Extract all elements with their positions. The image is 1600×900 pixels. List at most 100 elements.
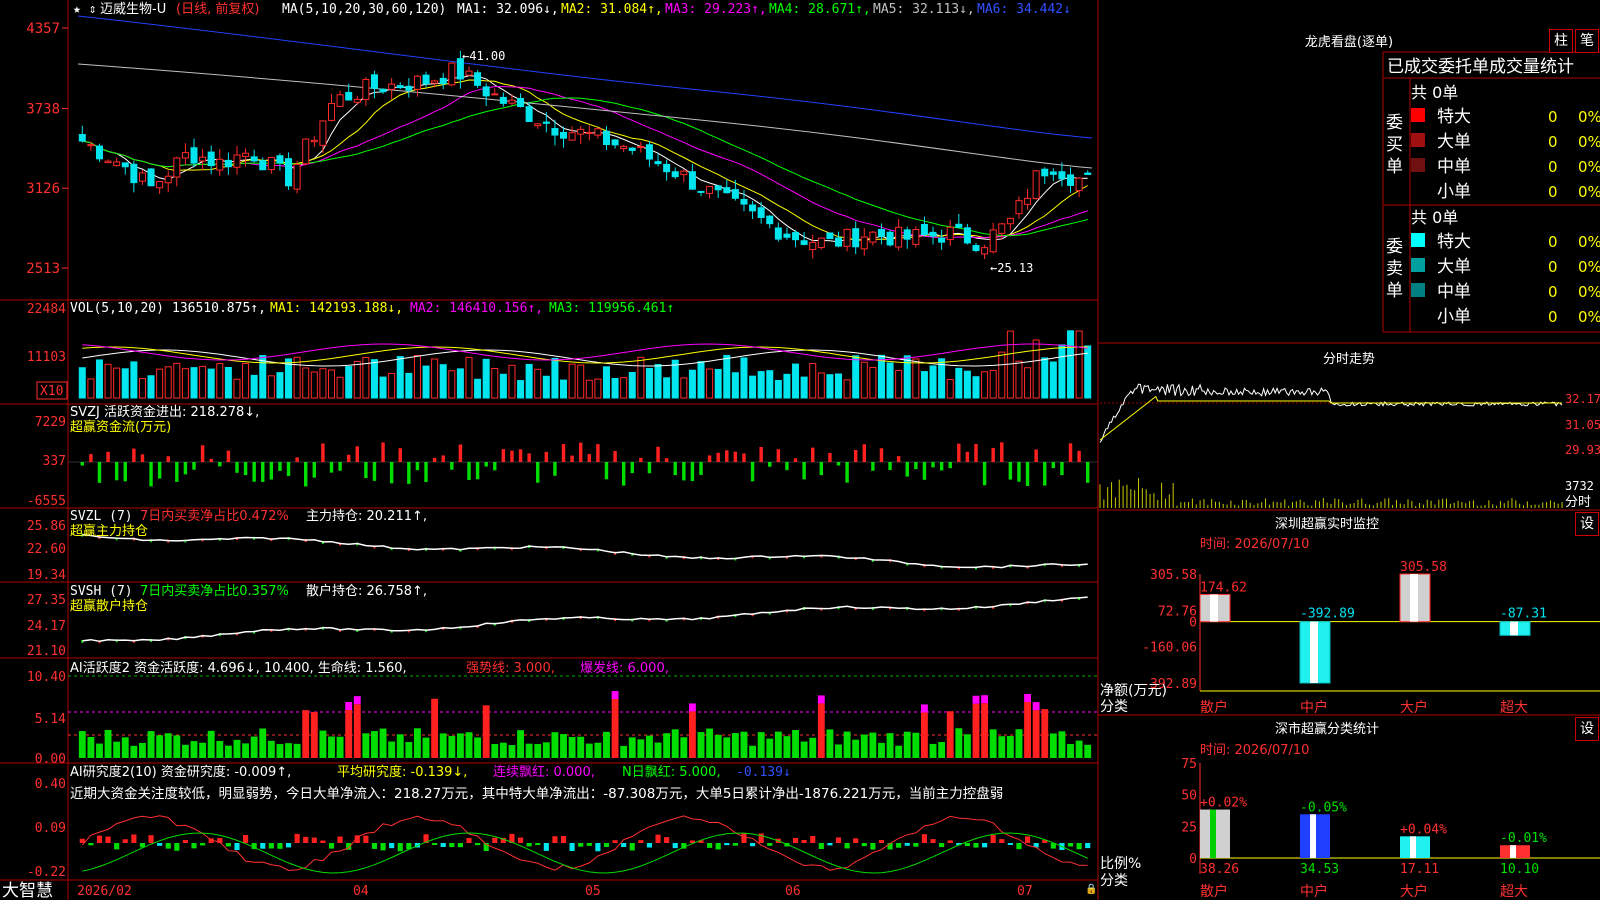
ai1-bar — [1067, 744, 1074, 758]
ma-def: MA(5,10,20,30,60,120) — [282, 2, 446, 17]
volume-bar — [534, 368, 542, 399]
ai2-bar — [174, 843, 180, 851]
svzj-bar — [896, 456, 901, 462]
ai1-bar — [156, 735, 164, 758]
candle-body — [482, 86, 490, 97]
ai2-bar — [285, 843, 292, 848]
volume-bar — [560, 379, 568, 399]
ai1-bar — [671, 729, 679, 758]
volume-bar — [379, 376, 387, 399]
volume-bar — [250, 374, 258, 399]
ai1-bar — [688, 711, 696, 758]
ai1-bar — [499, 742, 507, 758]
ai2-bar — [277, 843, 283, 849]
lhb-row-name: 大单 — [1437, 132, 1471, 152]
svzj-bar — [965, 451, 970, 462]
svzj-bar — [140, 454, 145, 462]
candle-body — [379, 88, 387, 93]
ma6-value: MA6: 34.442↓ — [977, 2, 1071, 17]
szm-axis-label: 305.58 — [1150, 568, 1197, 583]
candle-body — [78, 134, 86, 142]
candle-body — [465, 70, 473, 76]
volume-bar — [568, 363, 576, 399]
ai1-bar — [843, 731, 851, 758]
candle-body — [138, 172, 146, 182]
szc-bar-highlight — [1410, 836, 1416, 858]
lock-icon[interactable]: 🔒 — [1085, 883, 1097, 895]
low-annotation: ←25.13 — [990, 261, 1033, 275]
volume-bar — [1032, 339, 1040, 399]
candle-body — [302, 138, 310, 165]
candle-body — [207, 151, 215, 167]
volume-bar — [1041, 357, 1049, 399]
ai-research-panel[interactable] — [79, 815, 1091, 874]
column-mode-button[interactable]: 柱 — [1549, 29, 1573, 53]
volume-bar — [895, 369, 903, 399]
candle-body — [981, 247, 989, 255]
candle-body — [173, 157, 181, 178]
svzj-bar — [888, 462, 892, 471]
ma3-value: MA3: 29.223↑, — [665, 2, 767, 17]
svsh-axis-mid: 24.17 — [27, 619, 66, 634]
ai2-axis-top: 0.40 — [35, 777, 66, 792]
lhb-row-pct: 0% — [1578, 108, 1600, 126]
svzl-panel[interactable] — [81, 533, 1088, 570]
volume-bar — [181, 368, 189, 399]
ai1-burst-cap — [345, 701, 353, 710]
minute-vol-label: 分时 — [1565, 495, 1591, 510]
szm-settings-button[interactable]: 设 — [1575, 512, 1599, 536]
ai2-bar — [114, 843, 120, 850]
star-icon[interactable]: ★ ⇕ — [73, 2, 96, 17]
ai-activity-panel[interactable] — [68, 675, 1098, 758]
brand-logo[interactable]: 大智慧 — [2, 881, 53, 900]
svzj-panel[interactable] — [68, 442, 1098, 487]
svzj-bar — [200, 445, 205, 462]
candle-body — [95, 145, 103, 160]
volume-bar — [1024, 367, 1032, 399]
szc-value-label: 38.26 — [1200, 862, 1239, 877]
price-axis-label: 3738 — [26, 102, 60, 118]
candle-body — [757, 207, 765, 218]
candle-body — [654, 161, 662, 165]
ai2-bar — [466, 837, 472, 843]
ai2-bar — [982, 843, 988, 848]
lhb-row-pct: 0% — [1578, 158, 1600, 176]
szc-axis-label: 25 — [1181, 820, 1197, 835]
chart-mode: (日线, 前复权) — [176, 1, 259, 17]
ai2-bar — [964, 843, 970, 847]
ai1-bar — [396, 734, 404, 758]
volume-bar — [860, 361, 868, 399]
ai2-bar — [242, 834, 249, 843]
svsh-panel[interactable] — [81, 596, 1088, 644]
volume-bar — [654, 364, 662, 399]
ai1-bar — [989, 729, 997, 758]
ai1-bar — [379, 728, 387, 758]
ai2-bar — [853, 838, 859, 843]
ai2-bar — [294, 833, 300, 843]
szc-category-label: 大户 — [1400, 883, 1428, 900]
stroke-mode-button[interactable]: 笔 — [1575, 29, 1599, 53]
szc-value-label: 17.11 — [1400, 862, 1439, 877]
minute-chart-panel[interactable] — [1099, 383, 1563, 508]
ai1-bar — [654, 742, 662, 758]
volume-panel[interactable] — [78, 330, 1092, 399]
szm-bar-highlight — [1510, 621, 1518, 636]
ai2-bar — [913, 843, 919, 847]
candle-body — [164, 175, 172, 184]
minute-title: 分时走势 — [1323, 351, 1375, 367]
ai1-bar — [680, 737, 688, 758]
candle-body — [663, 163, 671, 173]
ai1-bar — [207, 730, 215, 758]
szc-axis-label: 50 — [1181, 789, 1197, 804]
svzj-bar — [853, 450, 858, 462]
szm-value-label: -87.31 — [1500, 607, 1547, 622]
kline-panel[interactable] — [62, 15, 1093, 269]
szc-value-label: 34.53 — [1300, 862, 1339, 877]
svzj-bar — [372, 462, 377, 481]
szc-settings-button[interactable]: 设 — [1575, 717, 1599, 741]
candle-body — [955, 223, 963, 228]
volume-bar — [525, 363, 533, 399]
candle-body — [886, 231, 894, 246]
volume-bar — [327, 369, 336, 399]
minute-vol: 3732 — [1565, 479, 1594, 493]
